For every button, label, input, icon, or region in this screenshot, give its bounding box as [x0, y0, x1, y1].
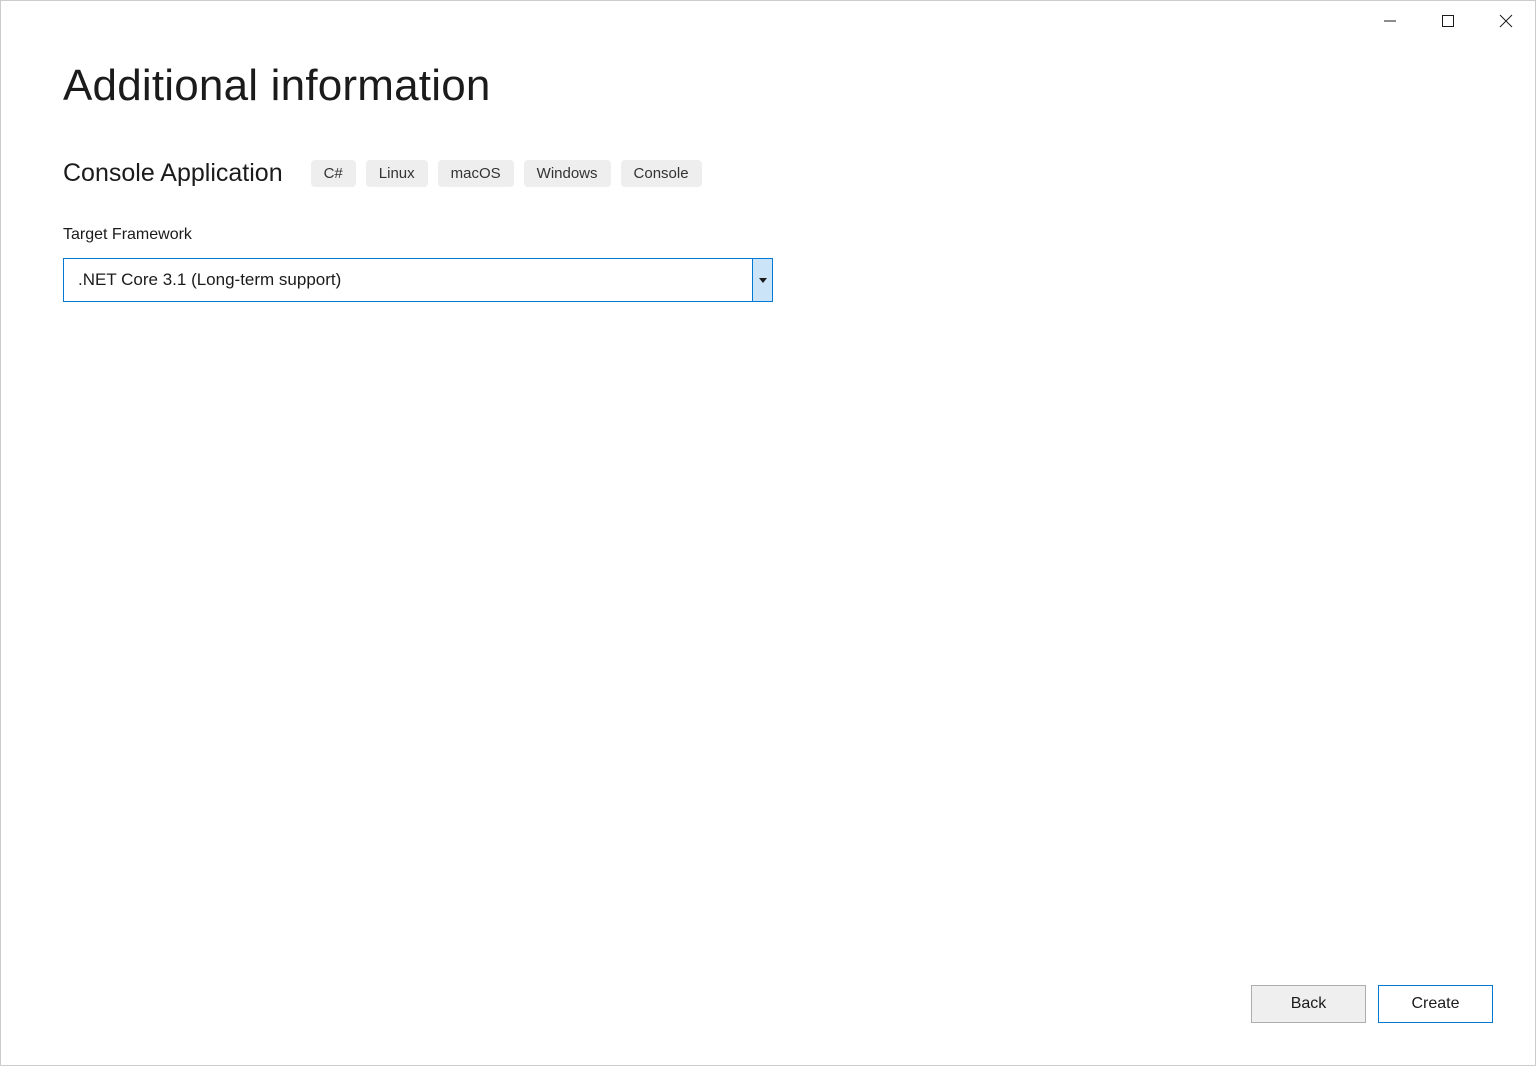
create-button[interactable]: Create [1378, 985, 1493, 1023]
minimize-icon [1383, 14, 1397, 28]
page-title: Additional information [63, 61, 1473, 111]
tag: macOS [438, 160, 514, 187]
project-type-label: Console Application [63, 159, 283, 188]
create-button-label: Create [1411, 995, 1459, 1013]
back-button[interactable]: Back [1251, 985, 1366, 1023]
project-tags: C# Linux macOS Windows Console [311, 160, 702, 187]
minimize-button[interactable] [1361, 1, 1419, 41]
target-framework-combo[interactable]: .NET Core 3.1 (Long-term support) [63, 258, 773, 302]
maximize-button[interactable] [1419, 1, 1477, 41]
content-area: Additional information Console Applicati… [1, 41, 1535, 302]
chevron-down-icon [759, 278, 767, 283]
tag: C# [311, 160, 356, 187]
back-button-label: Back [1291, 995, 1327, 1013]
close-button[interactable] [1477, 1, 1535, 41]
target-framework-label: Target Framework [63, 226, 1473, 244]
combo-dropdown-button[interactable] [752, 259, 772, 301]
target-framework-selected: .NET Core 3.1 (Long-term support) [64, 259, 752, 301]
tag: Linux [366, 160, 428, 187]
project-type-row: Console Application C# Linux macOS Windo… [63, 159, 1473, 188]
maximize-icon [1441, 14, 1455, 28]
tag: Console [621, 160, 702, 187]
close-icon [1499, 14, 1513, 28]
tag: Windows [524, 160, 611, 187]
titlebar [1, 1, 1535, 41]
dialog-footer: Back Create [1251, 985, 1493, 1023]
